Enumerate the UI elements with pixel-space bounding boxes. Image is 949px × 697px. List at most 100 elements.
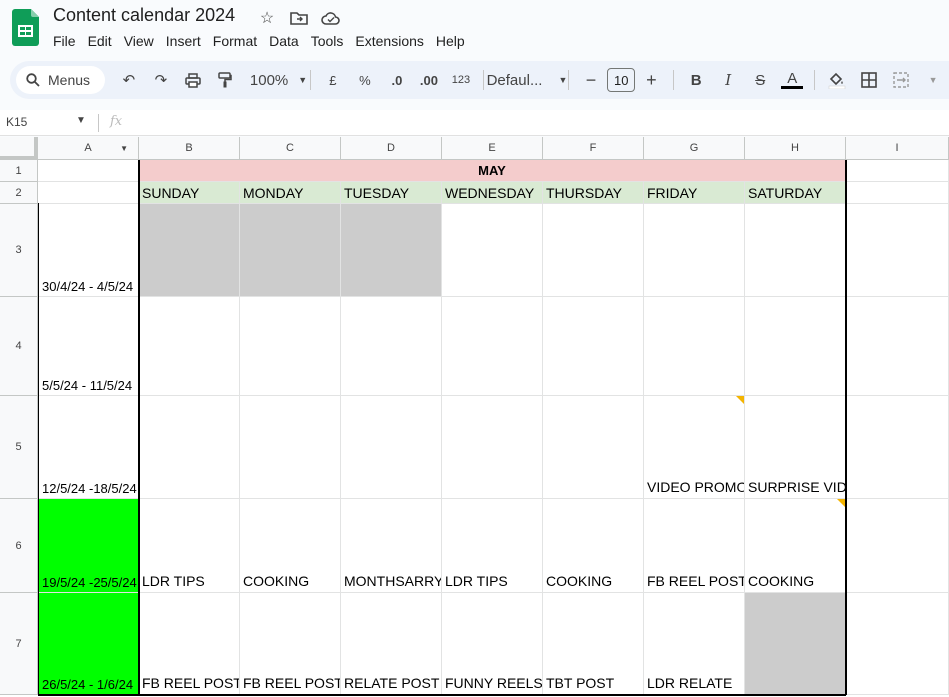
comment-indicator-icon[interactable] — [837, 499, 845, 507]
calendar-cell[interactable] — [139, 204, 240, 297]
column-header-h[interactable]: H — [745, 137, 846, 160]
calendar-cell[interactable] — [543, 204, 644, 297]
calendar-cell[interactable]: FB REEL POST — [240, 593, 341, 695]
redo-icon[interactable]: ↷ — [147, 66, 175, 94]
day-header-friday[interactable]: FRIDAY — [644, 182, 745, 204]
calendar-cell[interactable] — [240, 396, 341, 499]
day-header-saturday[interactable]: SATURDAY — [745, 182, 846, 204]
calendar-cell[interactable]: LDR TIPS — [442, 499, 543, 593]
column-header-e[interactable]: E — [442, 137, 543, 160]
week-range-cell[interactable]: 19/5/24 -25/5/24 — [38, 499, 139, 593]
cell-a1[interactable] — [38, 160, 139, 182]
column-header-d[interactable]: D — [341, 137, 442, 160]
cell-a2[interactable] — [38, 182, 139, 204]
calendar-cell[interactable] — [745, 204, 846, 297]
fill-color-icon[interactable] — [823, 66, 851, 94]
row-header-2[interactable]: 2 — [0, 182, 38, 204]
column-header-a[interactable]: A ▼ — [38, 137, 139, 160]
move-folder-icon[interactable] — [288, 8, 310, 28]
calendar-cell[interactable]: LDR TIPS — [139, 499, 240, 593]
calendar-cell[interactable]: LDR RELATE — [644, 593, 745, 695]
print-icon[interactable] — [179, 66, 207, 94]
row-header-1[interactable]: 1 — [0, 160, 38, 182]
text-color-button[interactable]: A — [778, 66, 806, 94]
row-header-3[interactable]: 3 — [0, 204, 38, 297]
calendar-cell[interactable] — [846, 499, 949, 593]
sheets-logo-icon[interactable] — [12, 9, 39, 46]
calendar-cell[interactable]: COOKING — [543, 499, 644, 593]
strikethrough-icon[interactable]: S — [746, 66, 774, 94]
comment-indicator-icon[interactable] — [736, 396, 744, 404]
month-header[interactable]: MAY — [139, 160, 846, 182]
calendar-cell[interactable] — [644, 204, 745, 297]
zoom-select[interactable]: 100% ▼ — [250, 66, 307, 94]
cell-i1[interactable] — [846, 160, 949, 182]
calendar-cell[interactable]: FB REEL POST — [644, 499, 745, 593]
cloud-saved-icon[interactable] — [320, 8, 342, 28]
row-header-5[interactable]: 5 — [0, 396, 38, 499]
day-header-thursday[interactable]: THURSDAY — [543, 182, 644, 204]
calendar-cell[interactable]: MONTHSARRY — [341, 499, 442, 593]
menu-help[interactable]: Help — [436, 33, 472, 49]
paint-format-icon[interactable] — [211, 66, 239, 94]
calendar-cell[interactable] — [846, 396, 949, 499]
italic-button[interactable]: I — [714, 66, 742, 94]
percent-format-button[interactable]: % — [351, 66, 379, 94]
cell-i2[interactable] — [846, 182, 949, 204]
calendar-cell[interactable] — [846, 593, 949, 695]
column-header-f[interactable]: F — [543, 137, 644, 160]
calendar-cell[interactable] — [341, 396, 442, 499]
chevron-down-icon[interactable]: ▼ — [919, 66, 947, 94]
number-format-button[interactable]: 123 — [447, 66, 475, 94]
row-header-7[interactable]: 7 — [0, 593, 38, 695]
calendar-cell[interactable]: COOKING — [745, 499, 846, 593]
calendar-cell[interactable] — [240, 297, 341, 396]
calendar-cell[interactable]: RELATE POST — [341, 593, 442, 695]
column-header-b[interactable]: B — [139, 137, 240, 160]
menu-insert[interactable]: Insert — [166, 33, 208, 49]
calendar-cell[interactable]: COOKING — [240, 499, 341, 593]
calendar-cell[interactable]: SURPRISE VID — [745, 396, 846, 499]
menu-file[interactable]: File — [53, 33, 83, 49]
borders-icon[interactable] — [855, 66, 883, 94]
day-header-tuesday[interactable]: TUESDAY — [341, 182, 442, 204]
document-title[interactable]: Content calendar 2024 — [53, 5, 235, 26]
calendar-cell[interactable] — [341, 297, 442, 396]
calendar-cell[interactable] — [139, 297, 240, 396]
week-range-cell[interactable]: 26/5/24 - 1/6/24 — [38, 593, 139, 695]
menu-extensions[interactable]: Extensions — [355, 33, 430, 49]
merge-cells-icon[interactable] — [887, 66, 915, 94]
undo-icon[interactable]: ↶ — [115, 66, 143, 94]
menu-format[interactable]: Format — [213, 33, 264, 49]
day-header-wednesday[interactable]: WEDNESDAY — [442, 182, 543, 204]
week-range-cell[interactable]: 12/5/24 -18/5/24 — [38, 396, 139, 499]
week-range-cell[interactable]: 5/5/24 - 11/5/24 — [38, 297, 139, 396]
week-range-cell[interactable]: 30/4/24 - 4/5/24 — [38, 204, 139, 297]
name-box[interactable]: K15 — [6, 115, 27, 129]
menu-edit[interactable]: Edit — [88, 33, 119, 49]
calendar-cell[interactable] — [341, 204, 442, 297]
search-menus[interactable]: Menus — [16, 66, 105, 94]
menu-tools[interactable]: Tools — [311, 33, 351, 49]
menu-view[interactable]: View — [124, 33, 161, 49]
decrease-font-size-icon[interactable]: − — [577, 66, 605, 94]
calendar-cell[interactable] — [139, 396, 240, 499]
menu-data[interactable]: Data — [269, 33, 306, 49]
calendar-cell[interactable] — [846, 204, 949, 297]
calendar-cell[interactable]: VIDEO PROMO — [644, 396, 745, 499]
select-all-corner[interactable] — [0, 137, 38, 160]
calendar-cell[interactable] — [442, 204, 543, 297]
calendar-cell[interactable] — [442, 396, 543, 499]
day-header-sunday[interactable]: SUNDAY — [139, 182, 240, 204]
font-size-input[interactable]: 10 — [607, 68, 636, 92]
row-header-4[interactable]: 4 — [0, 297, 38, 396]
calendar-cell[interactable] — [745, 297, 846, 396]
star-icon[interactable]: ☆ — [256, 8, 278, 28]
calendar-cell[interactable]: FUNNY REELS — [442, 593, 543, 695]
calendar-cell[interactable] — [745, 593, 846, 695]
calendar-cell[interactable] — [846, 297, 949, 396]
calendar-cell[interactable]: TBT POST — [543, 593, 644, 695]
column-header-g[interactable]: G — [644, 137, 745, 160]
increase-decimal-button[interactable]: .00 — [415, 66, 443, 94]
bold-button[interactable]: B — [682, 66, 710, 94]
